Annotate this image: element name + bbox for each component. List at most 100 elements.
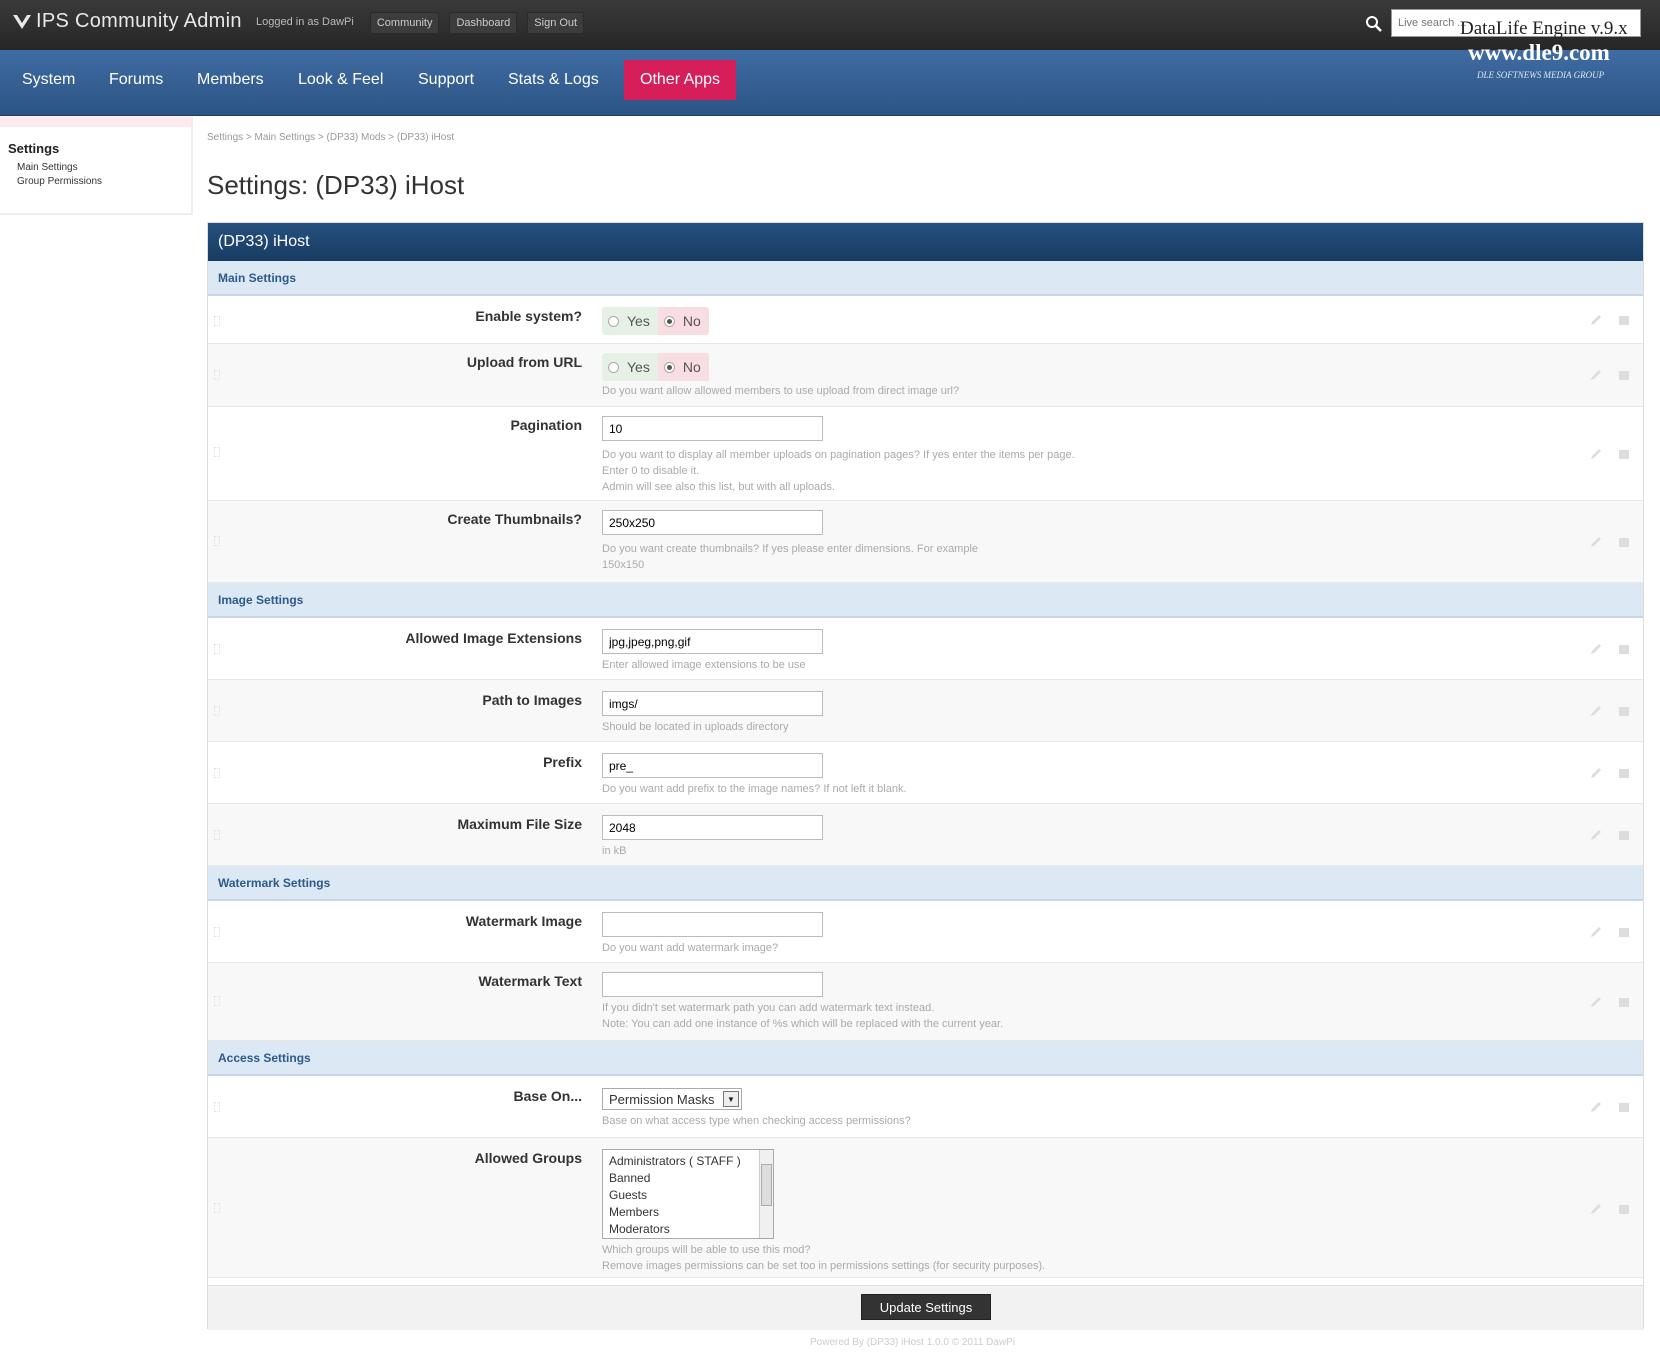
breadcrumb-item[interactable]: Main Settings (255, 132, 316, 143)
revert-icon[interactable] (1617, 766, 1631, 780)
setting-label: Create Thumbnails? (447, 511, 582, 527)
pagination-input[interactable] (602, 416, 823, 441)
max-size-input[interactable] (602, 815, 823, 840)
scrollbar-thumb[interactable] (761, 1164, 772, 1206)
watermark-text-input[interactable] (602, 972, 823, 997)
nav-look-feel[interactable]: Look & Feel (282, 60, 399, 100)
row-tools (1589, 642, 1631, 656)
setting-row-path: Path to Images Should be located in uplo… (208, 680, 1643, 742)
radio-checked-icon (663, 361, 675, 373)
enable-system-no[interactable]: No (657, 307, 709, 335)
breadcrumb-item[interactable]: (DP33) Mods (327, 132, 386, 143)
setting-row-enable-system: Enable system? Yes No (208, 296, 1643, 344)
edit-icon[interactable] (1589, 995, 1603, 1009)
logged-in-text: Logged in as DawPi (256, 16, 354, 28)
nav-stats-logs[interactable]: Stats & Logs (492, 60, 615, 100)
list-item[interactable]: Members (609, 1204, 773, 1221)
sign-out-link[interactable]: Sign Out (527, 12, 585, 34)
community-link[interactable]: Community (369, 12, 440, 34)
search-icon[interactable] (1365, 15, 1383, 33)
setting-row-extensions: Allowed Image Extensions Enter allowed i… (208, 618, 1643, 680)
setting-row-base-on: Base On... Permission Masks ▼ Base on wh… (208, 1076, 1643, 1138)
dashboard-link[interactable]: Dashboard (449, 12, 518, 34)
nav-other-apps[interactable]: Other Apps (624, 60, 737, 100)
upload-url-yes[interactable]: Yes (602, 353, 658, 381)
sidebar-item-main-settings[interactable]: Main Settings (17, 162, 191, 173)
powered-by: Powered By (DP33) iHost 1.0.0 © 2011 Daw… (810, 1337, 1016, 1348)
app-logo[interactable]: IPS Community Admin (12, 10, 242, 33)
path-input[interactable] (602, 691, 823, 716)
settings-panel: (DP33) iHost Main Settings Enable system… (207, 222, 1644, 1330)
edit-icon[interactable] (1589, 642, 1603, 656)
extensions-input[interactable] (602, 629, 823, 654)
revert-icon[interactable] (1617, 313, 1631, 327)
nav-forums[interactable]: Forums (93, 60, 179, 100)
base-on-select[interactable]: Permission Masks ▼ (602, 1088, 742, 1110)
edit-icon[interactable] (1589, 313, 1603, 327)
scrollbar[interactable] (759, 1150, 773, 1238)
drag-handle-icon[interactable] (214, 996, 220, 1006)
watermark-site: www.dle9.com (1468, 40, 1610, 65)
drag-handle-icon[interactable] (214, 370, 220, 380)
nav-system[interactable]: System (6, 60, 91, 100)
revert-icon[interactable] (1617, 704, 1631, 718)
row-tools (1589, 535, 1631, 549)
top-bar: IPS Community Admin Logged in as DawPi C… (0, 0, 1660, 50)
update-settings-button[interactable]: Update Settings (861, 1294, 991, 1320)
setting-description: Should be located in uploads directory (602, 721, 789, 733)
revert-icon[interactable] (1617, 995, 1631, 1009)
main-nav: System Forums Members Look & Feel Suppor… (0, 40, 1660, 116)
allowed-groups-listbox[interactable]: Administrators ( STAFF ) Banned Guests M… (602, 1149, 774, 1239)
setting-label: Allowed Groups (474, 1150, 582, 1166)
revert-icon[interactable] (1617, 447, 1631, 461)
drag-handle-icon[interactable] (214, 536, 220, 546)
setting-row-allowed-groups: Allowed Groups Administrators ( STAFF ) … (208, 1138, 1643, 1278)
list-item[interactable]: Guests (609, 1187, 773, 1204)
chevron-down-icon[interactable]: ▼ (723, 1091, 739, 1107)
list-item[interactable]: Banned (609, 1170, 773, 1187)
edit-icon[interactable] (1589, 368, 1603, 382)
revert-icon[interactable] (1617, 642, 1631, 656)
thumbnails-input[interactable] (602, 510, 823, 535)
setting-label: Watermark Image (465, 913, 582, 929)
edit-icon[interactable] (1589, 925, 1603, 939)
app-title: IPS Community Admin (36, 10, 242, 32)
setting-label: Enable system? (475, 308, 582, 324)
section-watermark-settings: Watermark Settings (208, 866, 1643, 901)
list-item[interactable]: Administrators ( STAFF ) (609, 1153, 773, 1170)
edit-icon[interactable] (1589, 766, 1603, 780)
revert-icon[interactable] (1617, 1100, 1631, 1114)
revert-icon[interactable] (1617, 535, 1631, 549)
edit-icon[interactable] (1589, 447, 1603, 461)
watermark-image-input[interactable] (602, 912, 823, 937)
edit-icon[interactable] (1589, 1100, 1603, 1114)
row-tools (1589, 995, 1631, 1009)
nav-members[interactable]: Members (181, 60, 280, 100)
enable-system-toggle: Yes No (602, 307, 709, 335)
setting-label: Allowed Image Extensions (405, 630, 582, 646)
prefix-input[interactable] (602, 753, 823, 778)
setting-description: Do you want add watermark image? (602, 942, 779, 954)
edit-icon[interactable] (1589, 1202, 1603, 1216)
enable-system-yes[interactable]: Yes (602, 307, 658, 335)
sidebar-item-group-permissions[interactable]: Group Permissions (17, 176, 191, 187)
watermark-group: DLE SOFTNEWS MEDIA GROUP (1477, 70, 1605, 80)
edit-icon[interactable] (1589, 828, 1603, 842)
breadcrumb-item[interactable]: Settings (207, 132, 243, 143)
sidebar-strip (0, 117, 191, 127)
drag-handle-icon[interactable] (214, 1203, 220, 1213)
setting-row-thumbnails: Create Thumbnails? Do you want create th… (208, 501, 1643, 583)
revert-icon[interactable] (1617, 1202, 1631, 1216)
edit-icon[interactable] (1589, 704, 1603, 718)
section-access-settings: Access Settings (208, 1041, 1643, 1076)
edit-icon[interactable] (1589, 535, 1603, 549)
revert-icon[interactable] (1617, 925, 1631, 939)
revert-icon[interactable] (1617, 828, 1631, 842)
drag-handle-icon[interactable] (214, 447, 220, 457)
row-tools (1589, 766, 1631, 780)
revert-icon[interactable] (1617, 368, 1631, 382)
list-item[interactable]: Moderators (609, 1221, 773, 1238)
upload-url-no[interactable]: No (657, 353, 709, 381)
setting-label: Upload from URL (466, 354, 582, 370)
nav-support[interactable]: Support (402, 60, 490, 100)
